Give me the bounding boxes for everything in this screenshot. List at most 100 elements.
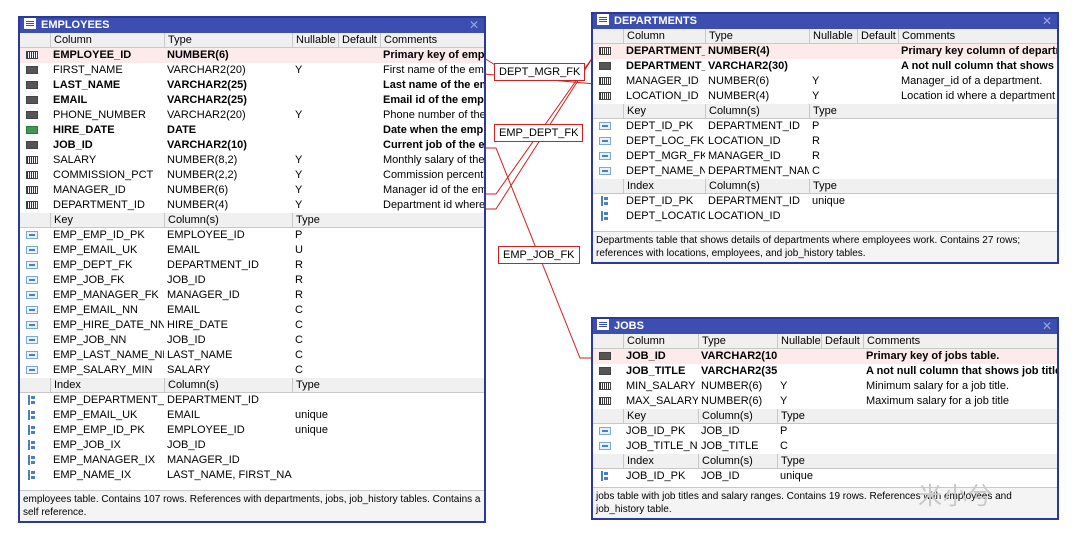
column-comment: Maximum salary for a job title	[866, 395, 1010, 407]
table-title-bar[interactable]: DEPARTMENTS ✕	[593, 14, 1057, 29]
index-row[interactable]: EMP_NAME_IX LAST_NAME, FIRST_NAME	[20, 468, 484, 483]
table-title-bar[interactable]: EMPLOYEES ✕	[20, 18, 484, 33]
column-nullable: Y	[812, 90, 820, 102]
column-comment: Primary key of jobs table.	[866, 350, 1000, 362]
key-type: P	[295, 229, 303, 241]
key-icon	[599, 167, 611, 175]
column-row[interactable]: COMMISSION_PCT NUMBER(2,2) Y Commission per…	[20, 168, 484, 183]
relation-label-dept-mgr-fk[interactable]: DEPT_MGR_FK	[494, 63, 586, 81]
close-icon[interactable]: ✕	[1042, 319, 1052, 334]
key-row[interactable]: EMP_LAST_NAME_NN LAST_NAME C	[20, 348, 484, 363]
key-row[interactable]: JOB_TITLE_NN JOB_TITLE C	[593, 439, 1057, 454]
key-row[interactable]: EMP_EMAIL_NN EMAIL C	[20, 303, 484, 318]
text-type-icon	[26, 81, 38, 89]
relation-label-emp-dept-fk[interactable]: EMP_DEPT_FK	[494, 124, 584, 142]
index-row[interactable]: EMP_DEPARTMENT_IX DEPARTMENT_ID	[20, 393, 484, 408]
column-comment: Monthly salary of the employee.	[383, 154, 484, 166]
column-row[interactable]: HIRE_DATE DATE Date when the employee star…	[20, 123, 484, 138]
departments-table[interactable]: DEPARTMENTS ✕ Column Type Nullable Default Com…	[591, 12, 1059, 264]
key-type: C	[295, 319, 303, 331]
column-row[interactable]: LAST_NAME VARCHAR2(25) Last name of the em…	[20, 78, 484, 93]
key-row[interactable]: EMP_HIRE_DATE_NN HIRE_DATE C	[20, 318, 484, 333]
key-row[interactable]: DEPT_LOC_FK LOCATION_ID R	[593, 134, 1057, 149]
column-type: VARCHAR2(25)	[167, 94, 247, 106]
index-row[interactable]: DEPT_LOCATION_IXLOCATION_ID	[593, 209, 1057, 224]
column-row[interactable]: DEPARTMENT_ID NUMBER(4) Y Department id whe…	[20, 198, 484, 213]
key-row[interactable]: EMP_EMP_ID_PK EMPLOYEE_ID P	[20, 228, 484, 243]
column-row[interactable]: DEPARTMENT_IDNUMBER(4) Primary key column…	[593, 44, 1057, 59]
key-row[interactable]: EMP_SALARY_MIN SALARY C	[20, 363, 484, 378]
column-type: VARCHAR2(10)	[167, 139, 247, 151]
index-row[interactable]: DEPT_ID_PK DEPARTMENT_ID unique	[593, 194, 1057, 209]
column-default	[821, 379, 863, 394]
column-row[interactable]: JOB_ID VARCHAR2(10) Primary key of jobs ta…	[593, 349, 1057, 364]
key-name: JOB_TITLE_NN	[626, 440, 698, 452]
column-type: VARCHAR2(25)	[167, 79, 247, 91]
column-row[interactable]: DEPARTMENT_NAMEVARCHAR2(30) A not null co…	[593, 59, 1057, 74]
column-row[interactable]: LOCATION_ID NUMBER(4) Y Location id where a…	[593, 89, 1057, 104]
key-row[interactable]: EMP_JOB_FK JOB_ID R	[20, 273, 484, 288]
index-name: DEPT_ID_PK	[626, 195, 694, 207]
column-row[interactable]: EMPLOYEE_ID NUMBER(6) Primary key of emplo…	[20, 48, 484, 63]
index-columns: JOB_ID	[701, 470, 740, 482]
close-icon[interactable]: ✕	[1042, 14, 1052, 29]
key-columns: SALARY	[167, 364, 211, 376]
column-header: Comments	[898, 29, 1057, 44]
close-icon[interactable]: ✕	[469, 18, 479, 33]
number-type-icon	[26, 51, 38, 59]
column-row[interactable]: FIRST_NAME VARCHAR2(20) Y First name of the…	[20, 63, 484, 78]
index-name: EMP_DEPARTMENT_IX	[53, 394, 164, 406]
column-nullable: Y	[295, 184, 303, 196]
column-default	[857, 59, 898, 74]
index-name: EMP_MANAGER_IX	[53, 454, 156, 466]
column-header: Type	[698, 334, 777, 349]
column-row[interactable]: PHONE_NUMBER VARCHAR2(20) Y Phone number of…	[20, 108, 484, 123]
column-name: SALARY	[53, 154, 97, 166]
index-row[interactable]: EMP_MANAGER_IX MANAGER_ID	[20, 453, 484, 468]
index-columns: LOCATION_ID	[708, 210, 781, 222]
index-columns: LAST_NAME, FIRST_NAME	[167, 469, 292, 481]
column-row[interactable]: JOB_ID VARCHAR2(10) Current job of the emp…	[20, 138, 484, 153]
column-row[interactable]: MAX_SALARY NUMBER(6) Y Maximum salary for a…	[593, 394, 1057, 409]
relation-label-emp-job-fk[interactable]: EMP_JOB_FK	[498, 246, 580, 264]
index-row[interactable]: EMP_EMP_ID_PK EMPLOYEE_ID unique	[20, 423, 484, 438]
employees-table[interactable]: EMPLOYEES ✕ Column Type Nullable Default Comme…	[18, 16, 486, 523]
column-nullable	[292, 78, 338, 93]
column-default	[821, 349, 863, 364]
index-icon	[28, 410, 36, 420]
column-default	[338, 48, 380, 63]
column-row[interactable]: MANAGER_ID NUMBER(6) Y Manager id of the em…	[20, 183, 484, 198]
column-row[interactable]: SALARY NUMBER(8,2) Y Monthly salary of the …	[20, 153, 484, 168]
column-name: MANAGER_ID	[626, 75, 699, 87]
key-row[interactable]: DEPT_MGR_FK MANAGER_ID R	[593, 149, 1057, 164]
column-default	[338, 63, 380, 78]
column-comment: Last name of the employee.	[383, 79, 484, 91]
column-row[interactable]: MANAGER_ID NUMBER(6) Y Manager_id of a depa…	[593, 74, 1057, 89]
key-columns: EMAIL	[167, 244, 201, 256]
column-type: NUMBER(6)	[708, 75, 770, 87]
key-row[interactable]: EMP_JOB_NN JOB_ID C	[20, 333, 484, 348]
key-icon	[26, 261, 38, 269]
key-row[interactable]: DEPT_NAME_NNDEPARTMENT_NAMEC	[593, 164, 1057, 179]
key-row[interactable]: EMP_MANAGER_FK MANAGER_ID R	[20, 288, 484, 303]
index-row[interactable]: EMP_JOB_IX JOB_ID	[20, 438, 484, 453]
column-row[interactable]: JOB_TITLE VARCHAR2(35) A not null column t…	[593, 364, 1057, 379]
table-title-bar[interactable]: JOBS ✕	[593, 319, 1057, 334]
column-nullable	[292, 138, 338, 153]
index-row[interactable]: EMP_EMAIL_UK EMAIL unique	[20, 408, 484, 423]
key-row[interactable]: EMP_DEPT_FK DEPARTMENT_ID R	[20, 258, 484, 273]
column-row[interactable]: EMAIL VARCHAR2(25) Email id of the employe…	[20, 93, 484, 108]
column-default	[857, 44, 898, 59]
column-type: VARCHAR2(35)	[701, 365, 777, 377]
column-nullable	[809, 44, 857, 59]
column-comment: Primary key of employees table.	[383, 49, 484, 61]
key-row[interactable]: DEPT_ID_PK DEPARTMENT_ID P	[593, 119, 1057, 134]
key-row[interactable]: JOB_ID_PK JOB_ID P	[593, 424, 1057, 439]
key-row[interactable]: EMP_EMAIL_UK EMAIL U	[20, 243, 484, 258]
column-row[interactable]: MIN_SALARY NUMBER(6) Y Minimum salary for a…	[593, 379, 1057, 394]
index-type	[292, 453, 380, 468]
key-columns: JOB_ID	[167, 334, 206, 346]
text-type-icon	[599, 367, 611, 375]
key-type: R	[295, 259, 303, 271]
column-type: NUMBER(4)	[708, 45, 770, 57]
